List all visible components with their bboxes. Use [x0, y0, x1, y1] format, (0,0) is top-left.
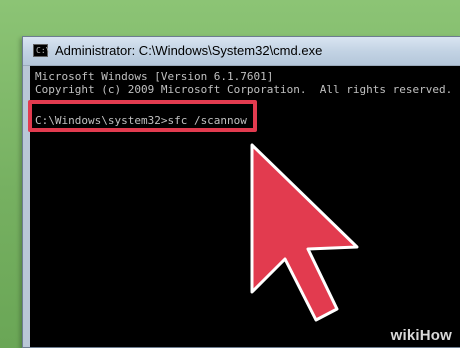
pointer-arrow-shape — [250, 143, 359, 322]
pointer-arrow-icon — [250, 143, 359, 322]
wikihow-watermark: wikiHow — [390, 327, 452, 344]
